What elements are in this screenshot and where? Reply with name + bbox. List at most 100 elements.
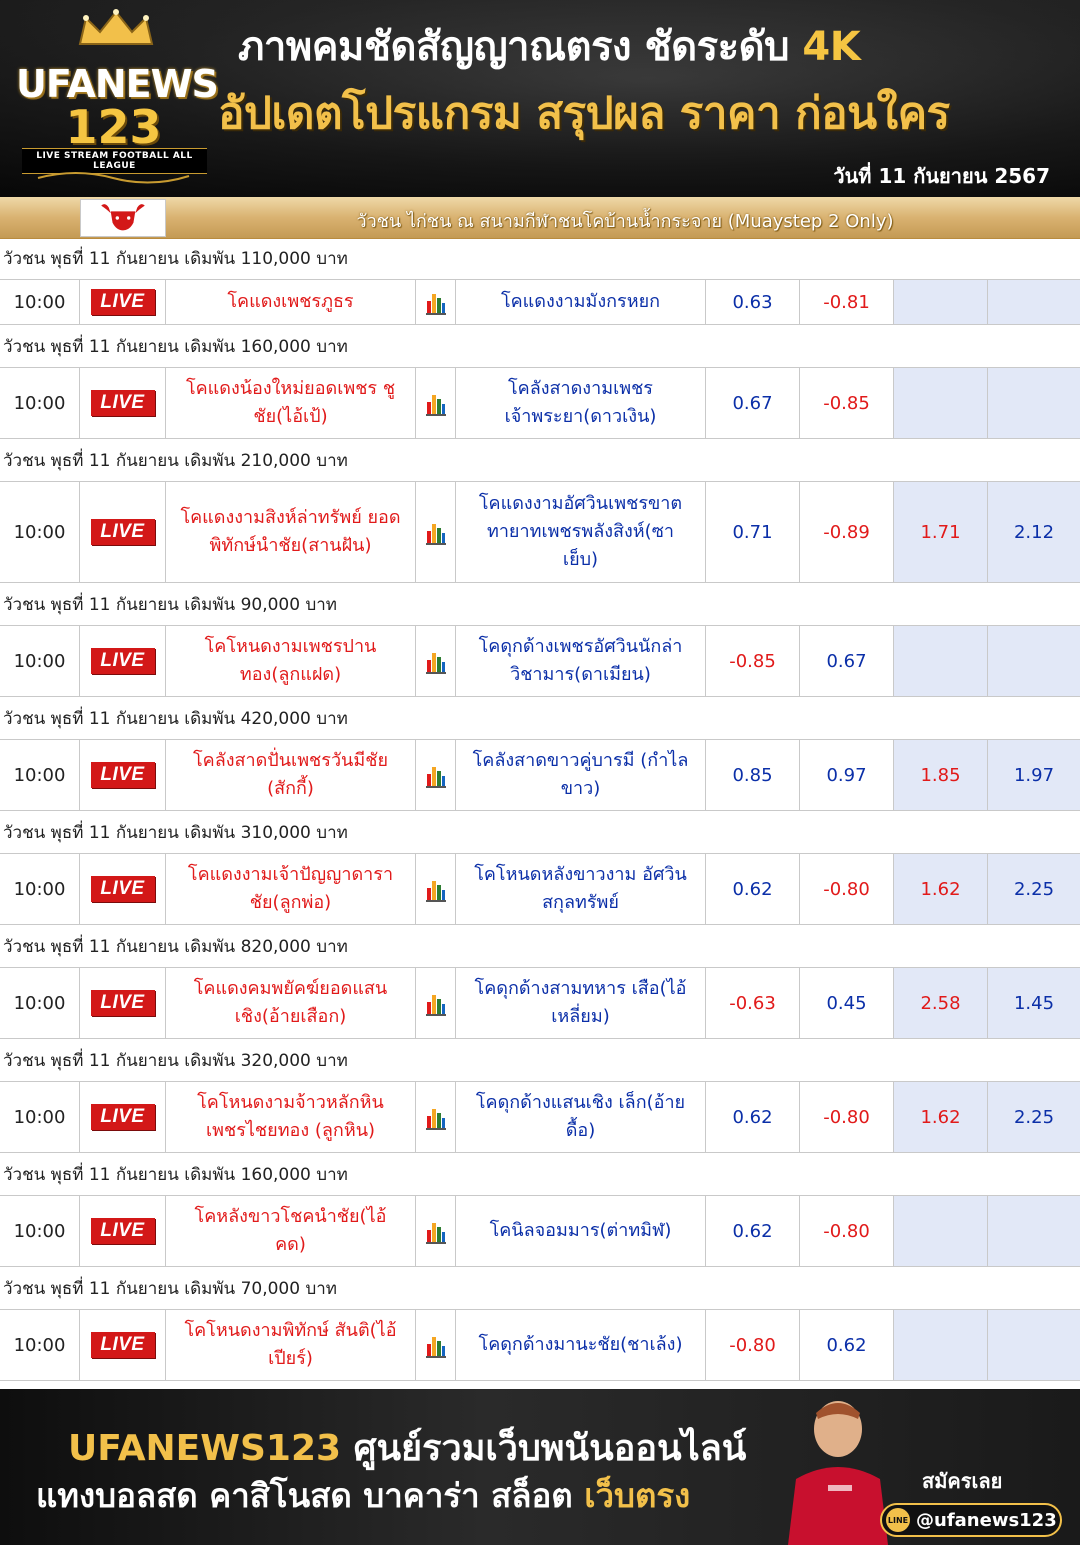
stats-button[interactable] [416, 740, 456, 810]
odds-away-win[interactable] [988, 1310, 1080, 1380]
odds-handicap-away[interactable]: -0.89 [800, 482, 894, 582]
live-button-cell[interactable]: LIVE [80, 368, 166, 438]
live-button-cell[interactable]: LIVE [80, 1310, 166, 1380]
match-group-header: วัวชน พุธที่ 11 กันยายน เดิมพัน 420,000 … [0, 699, 1080, 739]
odds-home-win[interactable]: 1.62 [894, 1082, 988, 1152]
home-team: โคแดงงามสิงห์ล่าทรัพย์ ยอดพิทักษ์นำชัย(ส… [166, 482, 416, 582]
live-button[interactable]: LIVE [90, 390, 155, 416]
stats-button[interactable] [416, 368, 456, 438]
odds-handicap-away[interactable]: 0.62 [800, 1310, 894, 1380]
odds-handicap-home[interactable]: 0.62 [706, 1196, 800, 1266]
league-header: วัวชน ไก่ชน ณ สนามกีฬาชนโคบ้านน้ำกระจาย … [0, 197, 1080, 239]
match-time: 10:00 [0, 1082, 80, 1152]
odds-handicap-away[interactable]: -0.85 [800, 368, 894, 438]
match-row[interactable]: 10:00 LIVE โคลังสาดปั่นเพชรวันมีชัย (สักกี… [0, 739, 1080, 811]
stats-button[interactable] [416, 280, 456, 324]
home-team: โคหลังขาวโชคนำชัย(ไอ้ คด) [166, 1196, 416, 1266]
home-team: โคแดงคมพยัคฆ์ยอดแสน เชิง(อ้ายเสือก) [166, 968, 416, 1038]
match-group-header: วัวชน พุธที่ 11 กันยายน เดิมพัน 310,000 … [0, 813, 1080, 853]
match-time: 10:00 [0, 968, 80, 1038]
live-button[interactable]: LIVE [90, 1332, 155, 1358]
odds-home-win[interactable] [894, 280, 988, 324]
site-logo[interactable]: UFANEWS 123 LIVE STREAM FOOTBALL ALL LEA… [16, 8, 219, 188]
odds-away-win[interactable]: 2.25 [988, 854, 1080, 924]
footer-line-2: แทงบอลสด คาสิโนสด บาคาร่า สล็อต เว็บตรง [36, 1469, 690, 1522]
live-button-cell[interactable]: LIVE [80, 968, 166, 1038]
stats-button[interactable] [416, 1196, 456, 1266]
odds-away-win[interactable] [988, 280, 1080, 324]
odds-handicap-home[interactable]: 0.71 [706, 482, 800, 582]
odds-away-win[interactable]: 2.12 [988, 482, 1080, 582]
odds-handicap-away[interactable]: 0.45 [800, 968, 894, 1038]
stats-button[interactable] [416, 968, 456, 1038]
odds-handicap-home[interactable]: 0.85 [706, 740, 800, 810]
odds-handicap-home[interactable]: 0.63 [706, 280, 800, 324]
line-contact-button[interactable]: LINE @ufanews123 [880, 1503, 1062, 1537]
live-button-cell[interactable]: LIVE [80, 626, 166, 696]
odds-home-win[interactable] [894, 1196, 988, 1266]
odds-away-win[interactable]: 1.97 [988, 740, 1080, 810]
stats-button[interactable] [416, 854, 456, 924]
stats-button[interactable] [416, 1082, 456, 1152]
live-button-cell[interactable]: LIVE [80, 1082, 166, 1152]
match-row[interactable]: 10:00 LIVE โคหลังขาวโชคนำชัย(ไอ้ คด) โคนิลจ… [0, 1195, 1080, 1267]
odds-home-win[interactable]: 1.85 [894, 740, 988, 810]
odds-handicap-away[interactable]: 0.67 [800, 626, 894, 696]
match-row[interactable]: 10:00 LIVE โคแดงงามเจ้าปัญญาดารา ชัย(ลูกพ่… [0, 853, 1080, 925]
stats-button[interactable] [416, 626, 456, 696]
odds-handicap-away[interactable]: 0.97 [800, 740, 894, 810]
odds-handicap-away[interactable]: -0.80 [800, 854, 894, 924]
odds-away-win[interactable] [988, 1196, 1080, 1266]
stats-button[interactable] [416, 482, 456, 582]
live-button[interactable]: LIVE [90, 1218, 155, 1244]
live-button[interactable]: LIVE [90, 519, 155, 545]
match-row[interactable]: 10:00 LIVE โคโหนดงามพิทักษ์ สันติ(ไอ้เปียร… [0, 1309, 1080, 1381]
odds-away-win[interactable]: 2.25 [988, 1082, 1080, 1152]
odds-handicap-home[interactable]: 0.62 [706, 854, 800, 924]
live-button-cell[interactable]: LIVE [80, 482, 166, 582]
odds-handicap-away[interactable]: -0.81 [800, 280, 894, 324]
match-row[interactable]: 10:00 LIVE โคแดงเพชรภูธร โคแดงงามมังกรหยก 0.… [0, 279, 1080, 325]
live-button[interactable]: LIVE [90, 876, 155, 902]
home-team: โคลังสาดปั่นเพชรวันมีชัย (สักกี้) [166, 740, 416, 810]
odds-handicap-home[interactable]: 0.62 [706, 1082, 800, 1152]
match-row[interactable]: 10:00 LIVE โคแดงงามสิงห์ล่าทรัพย์ ยอดพิทัก… [0, 481, 1080, 583]
odds-handicap-away[interactable]: -0.80 [800, 1196, 894, 1266]
odds-home-win[interactable]: 2.58 [894, 968, 988, 1038]
odds-handicap-home[interactable]: -0.63 [706, 968, 800, 1038]
live-button-cell[interactable]: LIVE [80, 280, 166, 324]
live-button[interactable]: LIVE [90, 289, 155, 315]
odds-handicap-home[interactable]: 0.67 [706, 368, 800, 438]
match-group-header: วัวชน พุธที่ 11 กันยายน เดิมพัน 160,000 … [0, 1155, 1080, 1195]
live-button-cell[interactable]: LIVE [80, 740, 166, 810]
odds-away-win[interactable] [988, 368, 1080, 438]
odds-handicap-home[interactable]: -0.80 [706, 1310, 800, 1380]
odds-home-win[interactable]: 1.62 [894, 854, 988, 924]
match-row[interactable]: 10:00 LIVE โคแดงน้องใหม่ยอดเพชร ชูชัย(ไอ้เ… [0, 367, 1080, 439]
odds-away-win[interactable]: 1.45 [988, 968, 1080, 1038]
live-button-cell[interactable]: LIVE [80, 854, 166, 924]
away-team: โคลังสาดขาวคู่บารมี (กำไลขาว) [456, 740, 706, 810]
match-row[interactable]: 10:00 LIVE โคโหนดงามเพชรปาน ทอง(ลูกแฝด) โคด… [0, 625, 1080, 697]
odds-home-win[interactable]: 1.71 [894, 482, 988, 582]
odds-away-win[interactable] [988, 626, 1080, 696]
stats-button[interactable] [416, 1310, 456, 1380]
live-button[interactable]: LIVE [90, 990, 155, 1016]
odds-home-win[interactable] [894, 626, 988, 696]
live-button[interactable]: LIVE [90, 648, 155, 674]
match-row[interactable]: 10:00 LIVE โคโหนดงามจ้าวหลักหิน เพชรไชยทอง… [0, 1081, 1080, 1153]
signup-label[interactable]: สมัครเลย [922, 1465, 1002, 1497]
odds-home-win[interactable] [894, 368, 988, 438]
odds-home-win[interactable] [894, 1310, 988, 1380]
bar-chart-icon [425, 524, 446, 545]
odds-handicap-home[interactable]: -0.85 [706, 626, 800, 696]
match-group-header: วัวชน พุธที่ 11 กันยายน เดิมพัน 820,000 … [0, 927, 1080, 967]
live-button[interactable]: LIVE [90, 762, 155, 788]
away-team: โคดุกด้างแสนเชิง เล็ก(อ้ายดื้อ) [456, 1082, 706, 1152]
bar-chart-icon [425, 653, 446, 674]
odds-handicap-away[interactable]: -0.80 [800, 1082, 894, 1152]
match-row[interactable]: 10:00 LIVE โคแดงคมพยัคฆ์ยอดแสน เชิง(อ้ายเส… [0, 967, 1080, 1039]
match-group-header: วัวชน พุธที่ 11 กันยายน เดิมพัน 90,000 บ… [0, 585, 1080, 625]
live-button-cell[interactable]: LIVE [80, 1196, 166, 1266]
live-button[interactable]: LIVE [90, 1104, 155, 1130]
